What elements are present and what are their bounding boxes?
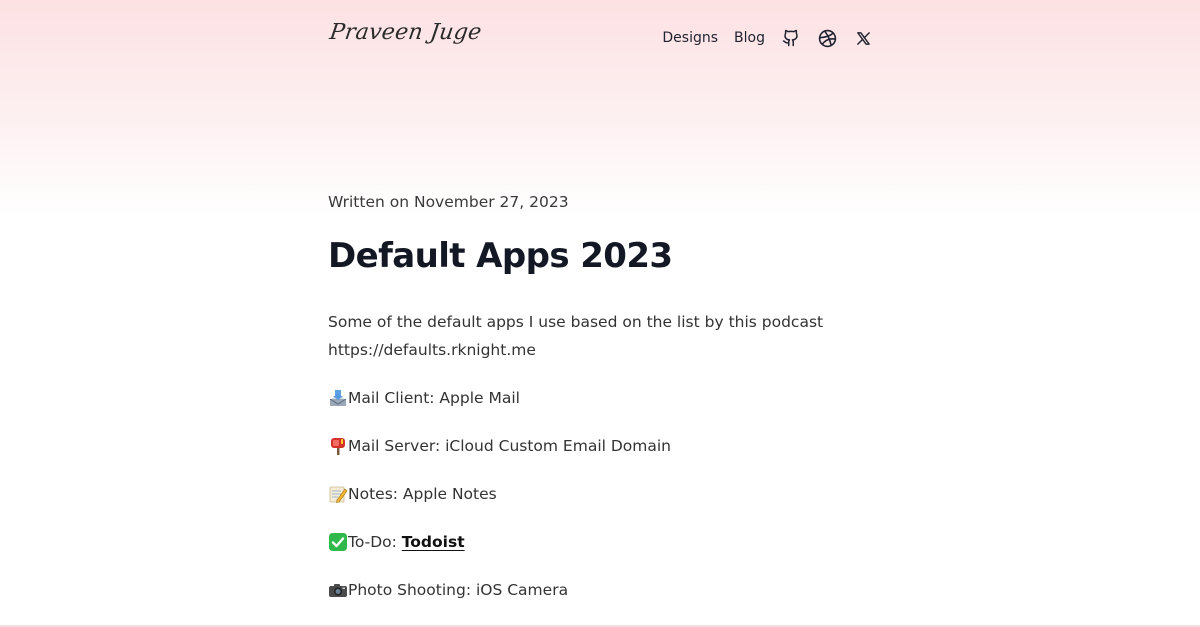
list-item: Mail Client: Apple Mail: [328, 384, 520, 412]
list-item: Photo Shooting: iOS Camera: [328, 576, 568, 604]
list-item: Mail Server: iCloud Custom Email Domain: [328, 432, 671, 460]
todoist-link[interactable]: Todoist: [402, 528, 465, 556]
dribbble-icon[interactable]: [817, 28, 837, 48]
list-item-text: Mail Client: Apple Mail: [348, 389, 520, 407]
camera-icon: [328, 580, 348, 600]
nav-blog-link[interactable]: Blog: [734, 26, 765, 50]
post-content: Written on November 27, 2023 Default App…: [328, 188, 873, 599]
list-item-text: Mail Server: iCloud Custom Email Domain: [348, 437, 672, 455]
list-item: To-Do: Todoist: [328, 528, 465, 556]
list-item: Notes: Apple Notes: [328, 480, 497, 508]
incoming-envelope-icon: [328, 388, 348, 408]
main-nav: Designs Blog: [662, 26, 873, 50]
list-item-text: To-Do:: [348, 533, 402, 551]
memo-icon: [328, 484, 348, 504]
mailbox-icon: [328, 436, 348, 456]
post-date: Written on November 27, 2023: [328, 193, 569, 211]
list-item-text: Notes: Apple Notes: [348, 485, 497, 503]
list-item-text: Photo Shooting: iOS Camera: [348, 581, 569, 599]
post-intro: Some of the default apps I use based on …: [328, 313, 824, 359]
check-mark-button-icon: [328, 532, 348, 552]
nav-designs-link[interactable]: Designs: [662, 26, 718, 50]
site-header: Praveen Juge Designs Blog: [328, 18, 873, 58]
x-twitter-icon[interactable]: [853, 28, 873, 48]
github-icon[interactable]: [781, 28, 801, 48]
post-title: Default Apps 2023: [328, 236, 673, 276]
site-logo[interactable]: Praveen Juge: [328, 20, 483, 45]
